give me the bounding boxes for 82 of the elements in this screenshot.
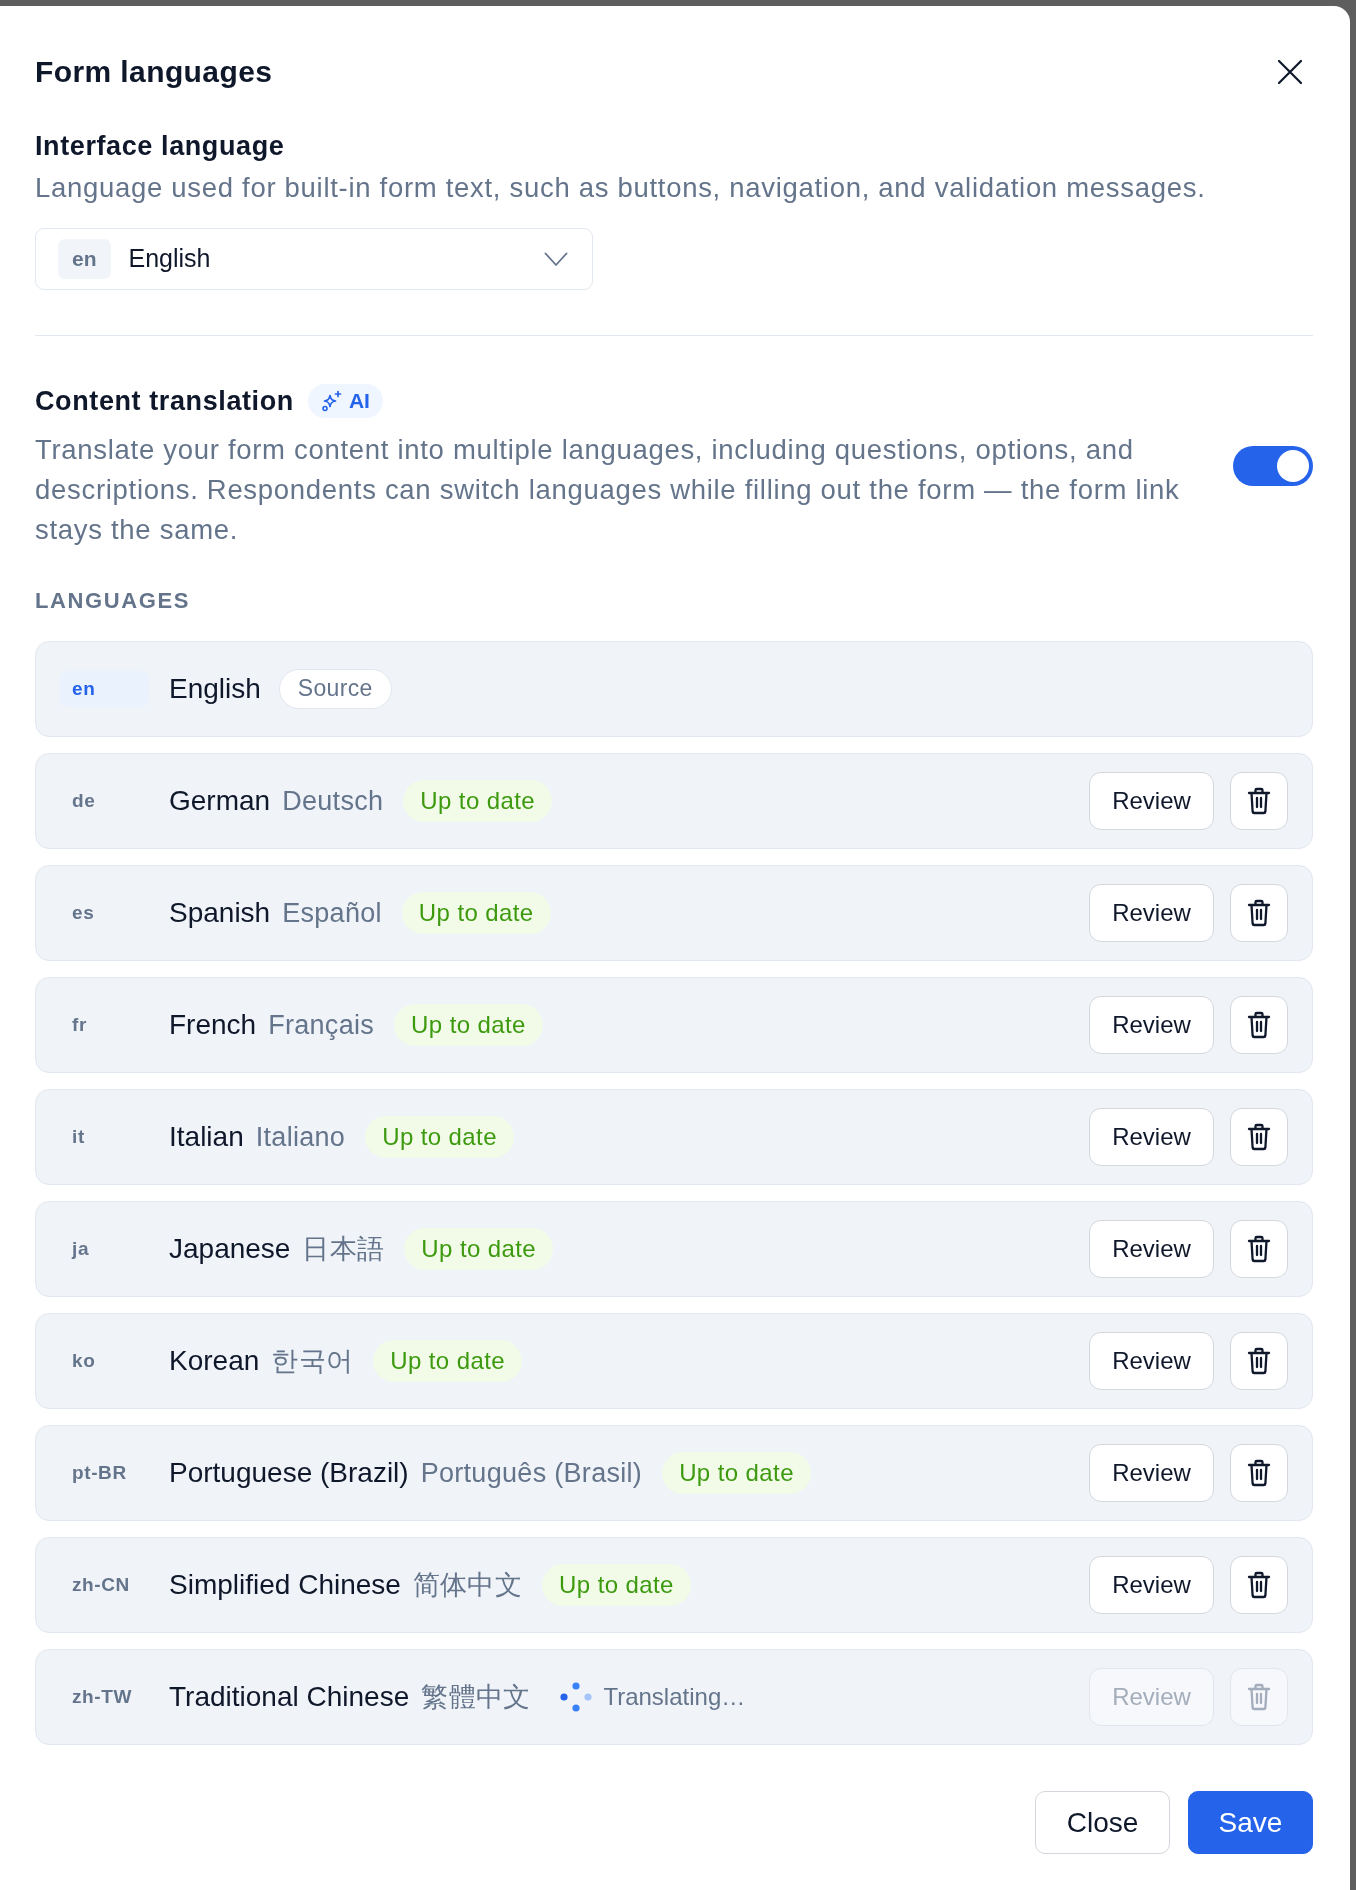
close-icon <box>1277 59 1303 85</box>
language-name: Simplified Chinese <box>169 1568 401 1602</box>
status-tag: Up to date <box>542 1564 691 1606</box>
language-name: Italian <box>169 1120 244 1154</box>
language-name: Japanese <box>169 1232 291 1266</box>
save-button[interactable]: Save <box>1188 1791 1313 1854</box>
language-code: ko <box>71 1349 97 1373</box>
trash-icon <box>1247 1571 1271 1599</box>
delete-button[interactable] <box>1230 1556 1288 1614</box>
close-button[interactable]: Close <box>1035 1791 1170 1854</box>
language-code: en <box>60 671 149 707</box>
review-button[interactable]: Review <box>1089 884 1214 942</box>
language-name: Korean <box>169 1344 260 1378</box>
review-button[interactable]: Review <box>1089 996 1214 1054</box>
source-tag: Source <box>278 669 392 709</box>
delete-button[interactable] <box>1230 1108 1288 1166</box>
status-tag: Up to date <box>404 1228 554 1270</box>
sparkle-icon <box>320 390 343 412</box>
status-tag: Up to date <box>394 1004 543 1046</box>
trash-icon <box>1247 1459 1271 1487</box>
ai-label: AI <box>348 388 370 415</box>
trash-icon <box>1247 787 1271 815</box>
delete-button[interactable] <box>1230 772 1288 830</box>
status-tag: Up to date <box>403 780 553 822</box>
review-button[interactable]: Review <box>1089 1444 1214 1502</box>
language-name: German <box>169 784 271 818</box>
close-button[interactable] <box>1277 59 1303 85</box>
status-text: Translating… <box>603 1682 746 1712</box>
section-description: Translate your form content into multiple languages, including questions, options, and descriptions. Respondents can switch languages while filling out the form — the form link stays the same. <box>35 433 1181 547</box>
native-name: Français <box>268 1008 375 1042</box>
review-button[interactable]: Review <box>1089 1332 1214 1390</box>
native-name: 한국어 <box>271 1344 354 1378</box>
review-button[interactable]: Review <box>1089 772 1214 830</box>
trash-icon <box>1247 899 1271 927</box>
delete-button[interactable] <box>1230 884 1288 942</box>
language-code: de <box>71 789 97 813</box>
select-value: English <box>128 243 211 275</box>
status-tag: Up to date <box>662 1452 811 1494</box>
native-name: Deutsch <box>282 784 384 818</box>
trash-icon <box>1247 1011 1271 1039</box>
trash-icon <box>1247 1347 1271 1375</box>
trash-icon <box>1247 1235 1271 1263</box>
status-tag: Up to date <box>365 1116 514 1158</box>
trash-icon <box>1247 1683 1271 1711</box>
language-select[interactable]: en English <box>35 228 593 290</box>
native-name: Español <box>282 896 382 930</box>
loading-dots-icon <box>560 1682 593 1712</box>
language-name: Spanish <box>169 896 271 930</box>
section-description: Language used for built-in form text, such as buttons, navigation, and validation messages. <box>35 171 1207 205</box>
review-button[interactable]: Review <box>1089 1220 1214 1278</box>
section-heading: LANGUAGES <box>35 588 191 614</box>
status-tag: Up to date <box>401 892 551 934</box>
language-name: Portuguese (Brazil) <box>169 1456 409 1490</box>
language-code: ja <box>70 1237 91 1261</box>
language-code: zh-CN <box>71 1573 131 1597</box>
section-title: Interface language <box>35 130 286 162</box>
delete-button[interactable] <box>1230 996 1288 1054</box>
native-name: 简体中文 <box>412 1568 523 1602</box>
review-button[interactable]: Review <box>1089 1108 1214 1166</box>
language-name: English <box>169 672 261 706</box>
language-code: pt-BR <box>71 1461 128 1485</box>
language-code: zh-TW <box>71 1685 133 1709</box>
toggle-switch[interactable] <box>1233 446 1313 486</box>
chevron-down-icon <box>544 251 568 267</box>
language-code: fr <box>71 1013 88 1037</box>
section-title: Content translation <box>35 385 294 417</box>
dialog-title: Form languages <box>35 54 273 90</box>
language-code: es <box>71 901 96 925</box>
language-name: Traditional Chinese <box>169 1680 410 1714</box>
review-button[interactable]: Review <box>1089 1556 1214 1614</box>
native-name: 繁體中文 <box>421 1680 531 1714</box>
delete-button[interactable] <box>1230 1220 1288 1278</box>
native-name: 日本語 <box>302 1232 385 1266</box>
language-name: French <box>169 1008 257 1042</box>
trash-icon <box>1247 1123 1271 1151</box>
language-code: en <box>58 239 111 279</box>
status-tag: Up to date <box>373 1340 522 1382</box>
delete-button[interactable] <box>1230 1444 1288 1502</box>
delete-button[interactable] <box>1230 1332 1288 1390</box>
native-name: Português (Brasil) <box>420 1456 643 1490</box>
native-name: Italiano <box>255 1120 346 1154</box>
language-code: it <box>71 1125 86 1149</box>
